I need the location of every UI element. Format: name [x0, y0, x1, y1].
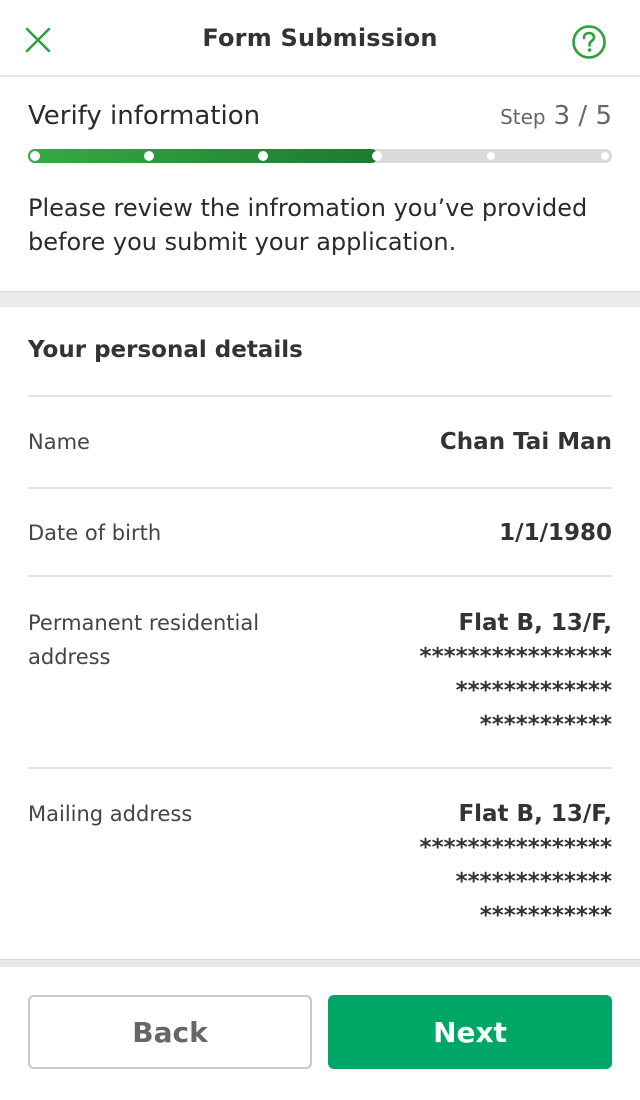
step-word: Step [500, 105, 546, 129]
address-line: ************* [455, 869, 612, 895]
progress-step-dot [258, 151, 268, 161]
footer-actions: Back Next [0, 967, 640, 1100]
mailing-address-label: Mailing address [28, 802, 193, 826]
personal-details-card: Your personal details Name Chan Tai Man … [0, 307, 640, 959]
section-title: Your personal details [28, 337, 303, 363]
dob-label: Date of birth [28, 521, 162, 545]
step-description: Please review the infromation you’ve pro… [28, 194, 588, 256]
back-button[interactable]: Back [28, 995, 312, 1069]
help-circle-icon [572, 25, 606, 59]
address-line: *********** [479, 712, 612, 738]
app-header: Form Submission [0, 0, 640, 77]
address-line: Flat B, 13/F, [458, 801, 612, 827]
progress-fill [28, 149, 379, 163]
section-separator [0, 291, 640, 307]
step-progress-bar [28, 149, 612, 163]
progress-step-dot [601, 152, 609, 160]
progress-step-dot [144, 151, 154, 161]
name-value: Chan Tai Man [439, 429, 612, 455]
divider [28, 575, 612, 577]
step-section: Verify information Step 3 / 5 Please rev… [0, 79, 640, 291]
page-title: Form Submission [202, 24, 438, 52]
divider [28, 767, 612, 769]
progress-step-dot [372, 151, 382, 161]
divider [28, 395, 612, 397]
step-counter: Step 3 / 5 [500, 101, 612, 131]
progress-step-dot [487, 152, 495, 160]
mailing-address-value: Flat B, 13/F, **************** *********… [312, 797, 612, 933]
step-number: 3 / 5 [553, 101, 612, 131]
footer-separator [0, 959, 640, 967]
address-line: ************* [455, 678, 612, 704]
address-line: **************** [419, 835, 612, 861]
name-label: Name [28, 430, 90, 454]
divider [28, 487, 612, 489]
progress-step-dot [30, 151, 40, 161]
address-line: *********** [479, 903, 612, 929]
permanent-address-value: Flat B, 13/F, **************** *********… [312, 606, 612, 742]
permanent-address-label: Permanent residential address [28, 611, 260, 669]
step-title: Verify information [28, 101, 261, 131]
help-button[interactable] [571, 24, 607, 60]
address-line: **************** [419, 644, 612, 670]
next-button[interactable]: Next [328, 995, 612, 1069]
dob-value: 1/1/1980 [499, 520, 612, 546]
address-line: Flat B, 13/F, [458, 610, 612, 636]
